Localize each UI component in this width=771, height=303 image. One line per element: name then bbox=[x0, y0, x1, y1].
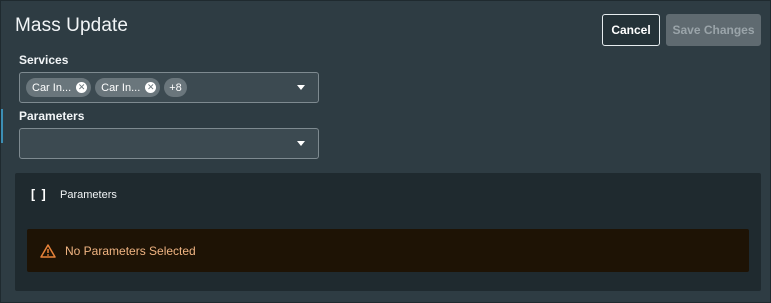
no-parameters-alert: No Parameters Selected bbox=[27, 229, 749, 272]
parameters-panel: [] Parameters No Parameters Selected bbox=[15, 173, 761, 291]
services-label: Services bbox=[19, 53, 69, 67]
remove-chip-icon[interactable]: ✕ bbox=[76, 82, 88, 93]
service-chip: Car In... ✕ bbox=[95, 78, 161, 97]
alert-message: No Parameters Selected bbox=[65, 243, 196, 258]
parameters-select[interactable] bbox=[19, 128, 319, 159]
dialog-title: Mass Update bbox=[15, 15, 129, 36]
chevron-down-icon[interactable] bbox=[297, 85, 305, 90]
services-select[interactable]: Car In... ✕ Car In... ✕ +8 bbox=[19, 72, 319, 103]
cancel-button[interactable]: Cancel bbox=[602, 14, 660, 46]
chevron-down-icon[interactable] bbox=[297, 141, 305, 146]
save-changes-button[interactable]: Save Changes bbox=[666, 14, 761, 46]
remove-chip-icon[interactable]: ✕ bbox=[145, 82, 157, 93]
warning-icon bbox=[40, 243, 56, 258]
service-chip: Car In... ✕ bbox=[26, 78, 92, 97]
service-chip-label: Car In... bbox=[32, 81, 72, 94]
parameters-label: Parameters bbox=[19, 109, 85, 123]
mass-update-dialog: Mass Update Cancel Save Changes Services… bbox=[0, 0, 771, 303]
more-services-badge[interactable]: +8 bbox=[164, 78, 187, 97]
bracket-icon: [] bbox=[29, 188, 51, 203]
service-chip-label: Car In... bbox=[101, 81, 141, 94]
panel-title: Parameters bbox=[60, 189, 117, 201]
focus-accent-bar bbox=[1, 109, 3, 143]
